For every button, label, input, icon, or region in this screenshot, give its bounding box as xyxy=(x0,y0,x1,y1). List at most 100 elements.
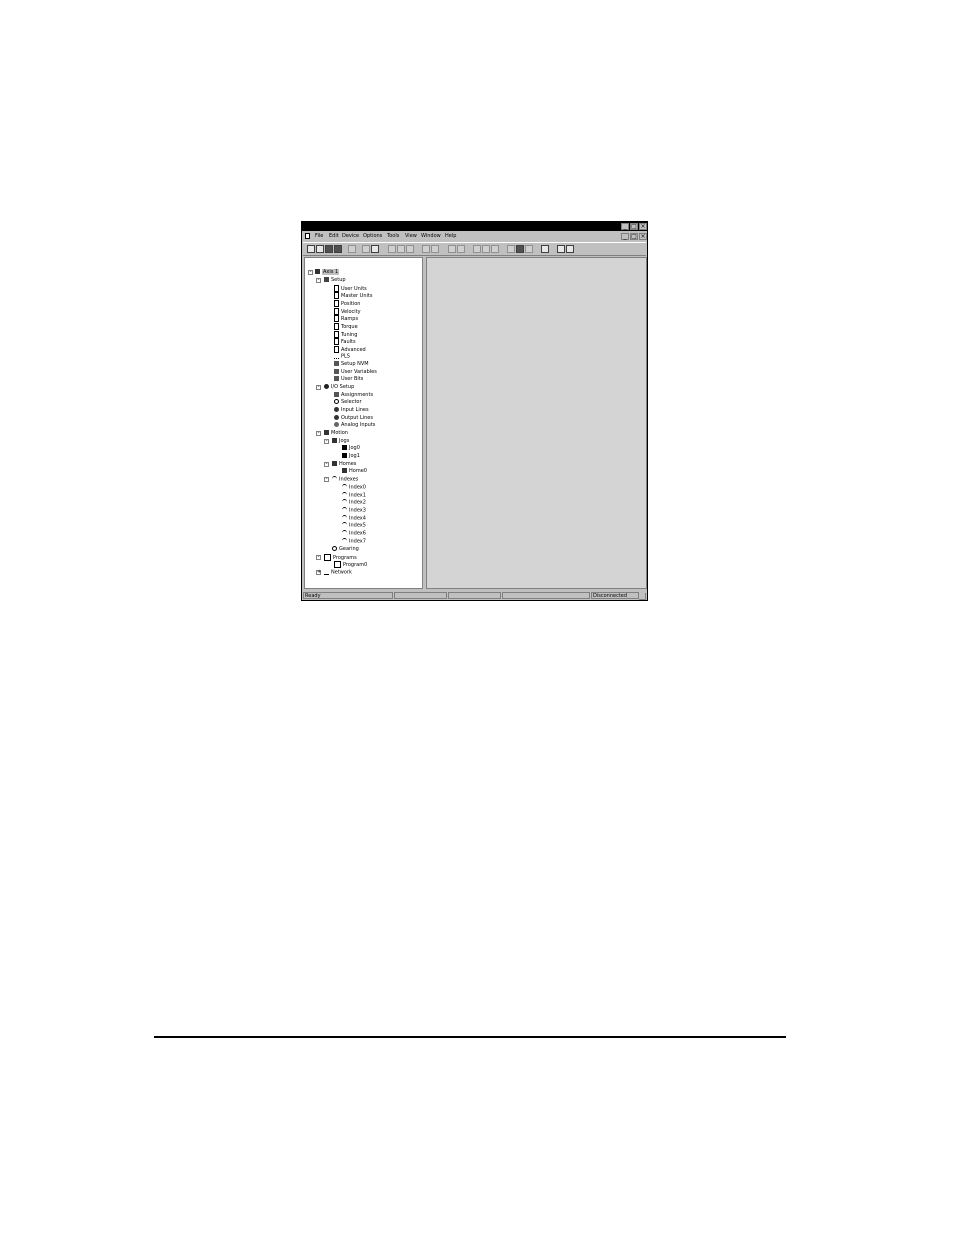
download-icon[interactable] xyxy=(371,245,379,253)
project-tree[interactable]: - Axis 1 - Setup User Units Master Units… xyxy=(304,257,423,589)
tree-item-user-variables[interactable]: User Variables xyxy=(334,369,377,376)
tree-item-position[interactable]: Position xyxy=(334,300,360,307)
tree-indexes[interactable]: Indexes xyxy=(332,476,358,483)
child-restore-button[interactable]: □ xyxy=(630,233,638,240)
tree-item-pls[interactable]: PLS xyxy=(334,353,350,360)
grid-icon[interactable] xyxy=(516,245,524,253)
tree-item-user-bits[interactable]: User Bits xyxy=(334,376,363,383)
workspace-pane[interactable] xyxy=(426,257,647,589)
collapse-icon[interactable]: - xyxy=(324,462,329,467)
collapse-icon[interactable]: - xyxy=(316,431,321,436)
panel-icon[interactable] xyxy=(525,245,533,253)
tree-programs[interactable]: Programs xyxy=(324,554,357,561)
menu-view[interactable]: View xyxy=(405,232,417,241)
child-close-button[interactable]: × xyxy=(639,233,647,240)
close-button[interactable]: × xyxy=(639,223,647,230)
tree-item-program0[interactable]: Program0 xyxy=(334,561,367,568)
tree-item-tuning[interactable]: Tuning xyxy=(334,331,357,338)
index-curve-icon xyxy=(342,538,347,544)
tree-io-setup[interactable]: I/O Setup xyxy=(324,384,354,391)
tree-homes[interactable]: Homes xyxy=(332,461,356,468)
collapse-icon[interactable]: - xyxy=(324,477,329,482)
zoom-icon[interactable] xyxy=(482,245,490,253)
menu-window[interactable]: Window xyxy=(421,232,441,241)
connect-icon[interactable] xyxy=(388,245,396,253)
menu-options[interactable]: Options xyxy=(363,232,382,241)
tree-root[interactable]: Axis 1 xyxy=(315,269,340,276)
document-icon[interactable] xyxy=(305,233,310,239)
tree-item-home0[interactable]: Home0 xyxy=(342,468,367,475)
tree-item-index0[interactable]: Index0 xyxy=(342,484,366,491)
tree-item-index2[interactable]: Index2 xyxy=(342,499,366,506)
flag-icon xyxy=(334,338,339,345)
jog-folder-icon xyxy=(332,438,337,443)
pin-icon xyxy=(334,346,339,353)
maximize-button[interactable]: □ xyxy=(630,223,638,230)
compile-icon[interactable] xyxy=(448,245,456,253)
tree-item-selector[interactable]: Selector xyxy=(334,399,362,406)
tree-item-index3[interactable]: Index3 xyxy=(342,507,366,514)
tree-item-jog0[interactable]: Jog0 xyxy=(342,445,360,452)
copy-icon[interactable] xyxy=(348,245,356,253)
disconnect-icon[interactable] xyxy=(397,245,405,253)
menu-file[interactable]: File xyxy=(315,232,323,241)
setup-icon xyxy=(324,277,329,282)
menu-tools[interactable]: Tools xyxy=(387,232,399,241)
tree-item-user-units[interactable]: User Units xyxy=(334,285,367,292)
upload-icon[interactable] xyxy=(362,245,370,253)
search-icon[interactable] xyxy=(473,245,481,253)
print-icon[interactable] xyxy=(334,245,342,253)
open-icon[interactable] xyxy=(316,245,324,253)
expand-icon[interactable]: + xyxy=(316,570,321,575)
collapse-icon[interactable]: - xyxy=(316,278,321,283)
tree-network[interactable]: Network xyxy=(324,569,352,576)
tree-item-velocity[interactable]: Velocity xyxy=(334,308,361,315)
tree-item-faults[interactable]: Faults xyxy=(334,338,356,345)
collapse-icon[interactable]: - xyxy=(324,439,329,444)
tree-item-torque[interactable]: Torque xyxy=(334,323,358,330)
window-icon[interactable] xyxy=(541,245,549,253)
tree-item-analog-inputs[interactable]: Analog Inputs xyxy=(334,422,375,429)
menu-device[interactable]: Device xyxy=(342,232,359,241)
collapse-icon[interactable]: - xyxy=(316,385,321,390)
tree-gearing[interactable]: Gearing xyxy=(332,546,359,553)
collapse-icon[interactable]: - xyxy=(308,270,313,275)
tree-item-index5[interactable]: Index5 xyxy=(342,522,366,529)
minimize-button[interactable]: _ xyxy=(621,223,629,230)
stop-icon[interactable] xyxy=(406,245,414,253)
tree-item-ramps[interactable]: Ramps xyxy=(334,315,358,322)
tree-item-advanced[interactable]: Advanced xyxy=(334,346,366,353)
tree-item-index1[interactable]: Index1 xyxy=(342,492,366,499)
pin-icon xyxy=(334,292,339,299)
tree-motion[interactable]: Motion xyxy=(324,430,348,437)
tree-item-index7[interactable]: Index7 xyxy=(342,538,366,545)
dotted-line-icon xyxy=(334,353,339,359)
context-help-icon[interactable] xyxy=(566,245,574,253)
pin-icon xyxy=(334,331,339,338)
arrow-up-icon[interactable] xyxy=(422,245,430,253)
save-icon[interactable] xyxy=(325,245,333,253)
resize-grip-icon[interactable] xyxy=(639,593,646,600)
scope-icon[interactable] xyxy=(491,245,499,253)
child-minimize-button[interactable]: _ xyxy=(621,233,629,240)
tree-setup[interactable]: Setup xyxy=(324,277,346,284)
tree-item-jog1[interactable]: Jog1 xyxy=(342,453,360,460)
toolbar xyxy=(303,242,646,256)
tree-item-index6[interactable]: Index6 xyxy=(342,530,366,537)
new-icon[interactable] xyxy=(307,245,315,253)
help-icon[interactable] xyxy=(557,245,565,253)
bar-chart-icon[interactable] xyxy=(507,245,515,253)
tree-item-output-lines[interactable]: Output Lines xyxy=(334,415,373,422)
run-icon[interactable] xyxy=(457,245,465,253)
arrow-down-icon[interactable] xyxy=(431,245,439,253)
collapse-icon[interactable]: - xyxy=(316,555,321,560)
tree-item-assignments[interactable]: Assignments xyxy=(334,392,373,399)
selector-icon xyxy=(334,399,339,404)
menu-edit[interactable]: Edit xyxy=(329,232,339,241)
tree-item-master-units[interactable]: Master Units xyxy=(334,292,372,299)
tree-item-input-lines[interactable]: Input Lines xyxy=(334,407,369,414)
tree-item-setup-nvm[interactable]: Setup NVM xyxy=(334,361,369,368)
tree-item-index4[interactable]: Index4 xyxy=(342,515,366,522)
menu-help[interactable]: Help xyxy=(445,232,456,241)
tree-jogs[interactable]: Jogs xyxy=(332,438,349,445)
